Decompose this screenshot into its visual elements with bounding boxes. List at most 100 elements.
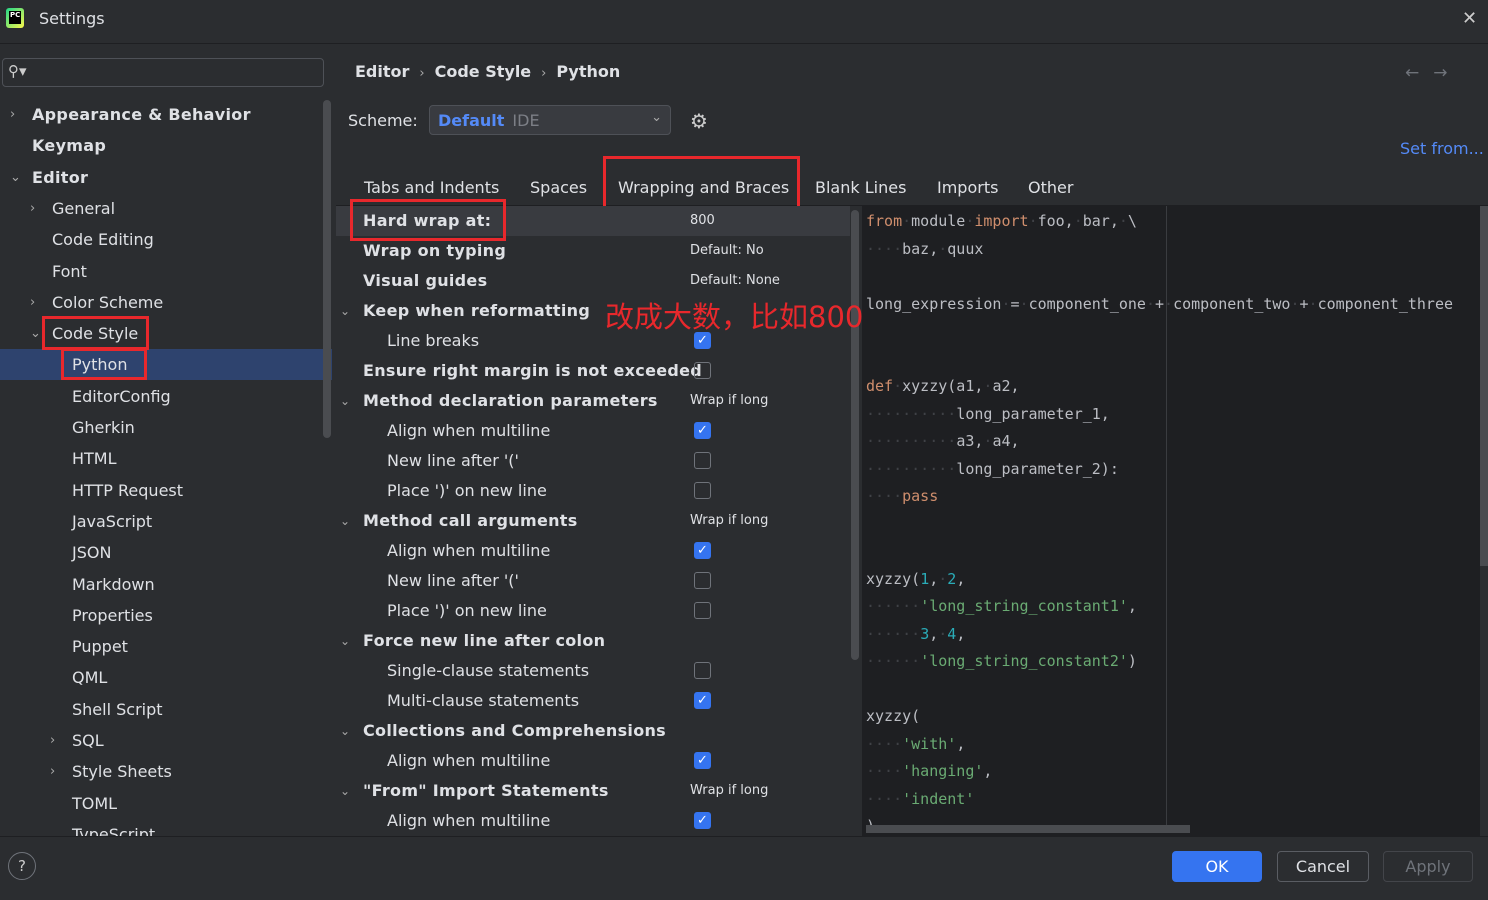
checkbox[interactable] xyxy=(694,482,711,499)
sidebar-item[interactable]: Shell Script xyxy=(0,694,332,725)
sidebar-item[interactable]: HTML xyxy=(0,443,332,474)
set-from-link[interactable]: Set from... xyxy=(1400,139,1484,158)
checkbox[interactable]: ✓ xyxy=(694,752,711,769)
cancel-button[interactable]: Cancel xyxy=(1277,851,1369,882)
sidebar-item[interactable]: JavaScript xyxy=(0,506,332,537)
sidebar-item[interactable]: Puppet xyxy=(0,631,332,662)
option-row[interactable]: Align when multiline ✓ xyxy=(336,806,850,836)
option-row[interactable]: ⌄ Method declaration parameters Wrap if lo… xyxy=(336,386,850,416)
settings-search-input[interactable]: ⚲▾ xyxy=(2,58,324,87)
chevron-down-icon[interactable]: ⌄ xyxy=(340,626,350,656)
option-row[interactable]: Multi-clause statements ✓ xyxy=(336,686,850,716)
option-value[interactable]: Wrap if long xyxy=(690,506,768,536)
tab-spaces[interactable]: Spaces xyxy=(530,178,587,197)
apply-button[interactable]: Apply xyxy=(1383,851,1473,882)
checkbox[interactable]: ✓ xyxy=(694,422,711,439)
preview-horizontal-scrollbar[interactable] xyxy=(866,825,1190,833)
sidebar-item[interactable]: ⌄ Editor xyxy=(0,162,332,193)
option-row[interactable]: ⌄ "From" Import Statements Wrap if long xyxy=(336,776,850,806)
chevron-right-icon[interactable]: › xyxy=(30,193,35,224)
sidebar-item[interactable]: JSON xyxy=(0,537,332,568)
chevron-right-icon[interactable]: › xyxy=(10,99,15,130)
option-row[interactable]: Single-clause statements xyxy=(336,656,850,686)
option-row[interactable]: Align when multiline ✓ xyxy=(336,746,850,776)
breadcrumb-item[interactable]: Editor xyxy=(355,62,409,81)
sidebar-item[interactable]: Python xyxy=(0,349,332,381)
option-row[interactable]: Place ')' on new line xyxy=(336,476,850,506)
tab-imports[interactable]: Imports xyxy=(937,178,998,197)
chevron-down-icon[interactable]: ⌄ xyxy=(340,296,350,326)
code-token: ·········· xyxy=(866,459,957,478)
back-arrow-icon[interactable]: ← xyxy=(1405,63,1433,83)
code-line: ··········long_parameter_2): xyxy=(866,460,1119,478)
option-row[interactable]: ⌄ Collections and Comprehensions xyxy=(336,716,850,746)
checkbox[interactable]: ✓ xyxy=(694,692,711,709)
option-row[interactable]: ⌄ Method call arguments Wrap if long xyxy=(336,506,850,536)
option-value[interactable]: Wrap if long xyxy=(690,776,768,806)
chevron-right-icon[interactable]: › xyxy=(50,756,55,787)
code-line: long_expression·=·component_one·+·compon… xyxy=(866,295,1453,313)
option-value[interactable]: Default: No xyxy=(690,236,764,266)
close-icon[interactable]: ✕ xyxy=(1462,8,1477,29)
option-row[interactable]: New line after '(' xyxy=(336,566,850,596)
chevron-right-icon[interactable]: › xyxy=(50,725,55,756)
sidebar-item[interactable]: EditorConfig xyxy=(0,381,332,412)
sidebar-item[interactable]: › Style Sheets xyxy=(0,756,332,787)
sidebar-item[interactable]: › Appearance & Behavior xyxy=(0,99,332,130)
option-row[interactable]: Visual guides Default: None xyxy=(336,266,850,296)
ok-button[interactable]: OK xyxy=(1172,851,1262,882)
sidebar-item[interactable]: Code Editing xyxy=(0,224,332,255)
sidebar-item[interactable]: Gherkin xyxy=(0,412,332,443)
checkbox[interactable] xyxy=(694,362,711,379)
chevron-down-icon[interactable]: ⌄ xyxy=(10,162,21,193)
checkbox[interactable] xyxy=(694,572,711,589)
option-value[interactable]: 800 xyxy=(690,206,715,236)
option-value[interactable]: Wrap if long xyxy=(690,386,768,416)
chevron-down-icon[interactable]: ⌄ xyxy=(340,776,350,806)
sidebar-item[interactable]: Keymap xyxy=(0,130,332,161)
option-row[interactable]: New line after '(' xyxy=(336,446,850,476)
code-token: xyzzy( xyxy=(866,707,921,725)
option-row[interactable]: Align when multiline ✓ xyxy=(336,536,850,566)
option-row[interactable]: ⌄ Force new line after colon xyxy=(336,626,850,656)
sidebar-item[interactable]: › SQL xyxy=(0,725,332,756)
sidebar-item[interactable]: Font xyxy=(0,256,332,287)
sidebar-item[interactable]: › General xyxy=(0,193,332,224)
sidebar-item-label: Gherkin xyxy=(72,418,135,437)
chevron-down-icon[interactable]: ⌄ xyxy=(340,716,350,746)
checkbox[interactable] xyxy=(694,662,711,679)
preview-vertical-scrollbar[interactable] xyxy=(1480,206,1488,566)
tab-other[interactable]: Other xyxy=(1028,178,1073,197)
tab-tabs-and-indents[interactable]: Tabs and Indents xyxy=(364,178,499,197)
checkbox[interactable]: ✓ xyxy=(694,812,711,829)
sidebar-item[interactable]: QML xyxy=(0,662,332,693)
option-row[interactable]: Ensure right margin is not exceeded xyxy=(336,356,850,386)
checkbox[interactable] xyxy=(694,452,711,469)
sidebar-item[interactable]: › Color Scheme xyxy=(0,287,332,318)
code-line: ······'long_string_constant2') xyxy=(866,652,1137,670)
chevron-down-icon[interactable]: ⌄ xyxy=(30,318,41,349)
sidebar-item[interactable]: Properties xyxy=(0,600,332,631)
option-row[interactable]: Align when multiline ✓ xyxy=(336,416,850,446)
chevron-down-icon[interactable]: ⌄ xyxy=(340,506,350,536)
checkbox[interactable] xyxy=(694,602,711,619)
breadcrumb-item[interactable]: Code Style xyxy=(435,62,532,81)
tab-blank-lines[interactable]: Blank Lines xyxy=(815,178,906,197)
help-button[interactable]: ? xyxy=(8,852,36,880)
option-row[interactable]: Place ')' on new line xyxy=(336,596,850,626)
sidebar-item[interactable]: HTTP Request xyxy=(0,475,332,506)
checkbox[interactable]: ✓ xyxy=(694,542,711,559)
option-value[interactable]: Default: None xyxy=(690,266,780,296)
code-line: def·xyzzy(a1,·a2, xyxy=(866,377,1020,395)
chevron-down-icon[interactable]: ⌄ xyxy=(340,386,350,416)
option-label: Collections and Comprehensions xyxy=(363,721,667,740)
sidebar-item-label: General xyxy=(52,198,116,218)
gear-icon[interactable]: ⚙ xyxy=(690,109,708,133)
options-scrollbar[interactable] xyxy=(851,210,859,660)
sidebar-item[interactable]: Markdown xyxy=(0,569,332,600)
chevron-right-icon[interactable]: › xyxy=(30,287,35,318)
sidebar-scrollbar[interactable] xyxy=(323,100,331,438)
scheme-dropdown[interactable]: Default IDE ⌄ xyxy=(429,105,671,135)
sidebar-item[interactable]: TOML xyxy=(0,788,332,819)
forward-arrow-icon[interactable]: → xyxy=(1433,63,1461,83)
